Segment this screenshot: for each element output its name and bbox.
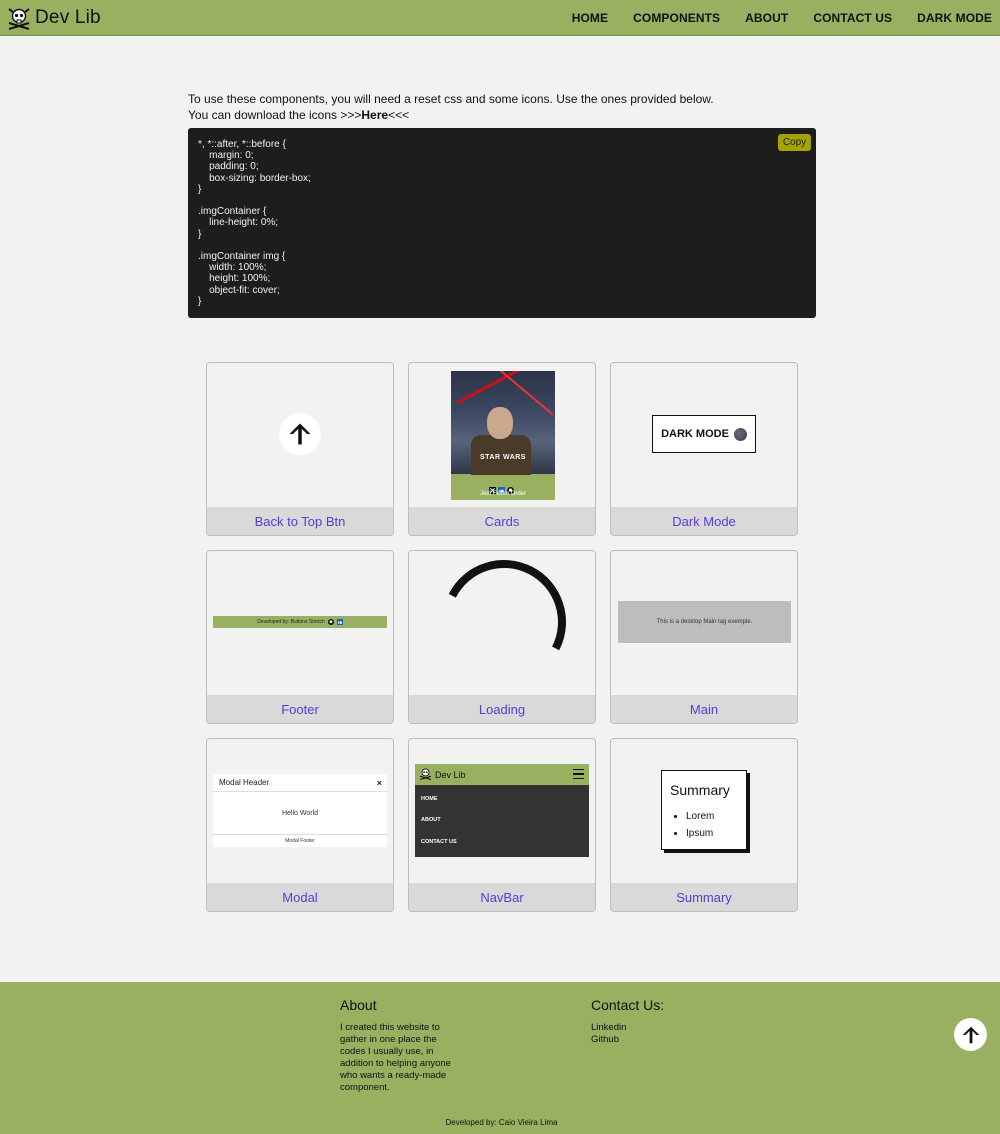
copy-button[interactable]: Copy <box>778 134 811 151</box>
nav-dark-mode[interactable]: DARK MODE <box>917 11 992 25</box>
navbar-demo-item-home: HOME <box>421 796 438 802</box>
nav-components[interactable]: COMPONENTS <box>633 11 720 25</box>
linkedin-icon[interactable] <box>498 481 505 494</box>
logo-text: Dev Lib <box>35 7 101 28</box>
component-card-modal[interactable]: Modal Header × Hello World Modal Footer … <box>206 738 394 912</box>
main-nav: HOME COMPONENTS ABOUT CONTACT US DARK MO… <box>572 0 992 36</box>
back-to-top-preview <box>207 363 393 507</box>
loading-spinner <box>425 551 583 701</box>
card-label-modal[interactable]: Modal <box>207 883 393 911</box>
modal-footer: Modal Footer <box>213 834 387 847</box>
modal-demo: Modal Header × Hello World Modal Footer <box>213 774 387 847</box>
poster-figure-face <box>487 407 513 439</box>
navbar-preview: Dev Lib HOME ABOUT CONTACT US <box>409 739 595 883</box>
footer-demo-bar: Developed by: Buttons Stretch <box>213 616 387 628</box>
dark-mode-preview: DARK MODE <box>611 363 797 507</box>
dark-mode-button-text: DARK MODE <box>661 428 729 440</box>
card-label-navbar[interactable]: NavBar <box>409 883 595 911</box>
moon-icon <box>733 427 747 441</box>
intro-text: To use these components, you will need a… <box>188 91 818 123</box>
card-label-footer[interactable]: Footer <box>207 695 393 723</box>
summary-demo-title: Summary <box>670 782 730 798</box>
navbar-demo-title: Dev Lib <box>435 769 466 780</box>
navbar-demo-item-contact: CONTACT US <box>421 839 457 845</box>
component-card-summary[interactable]: Summary Lorem Ipsum Summary <box>610 738 798 912</box>
back-to-top-button[interactable] <box>954 1018 987 1051</box>
component-card-dark-mode[interactable]: DARK MODE Dark Mode <box>610 362 798 536</box>
nav-about[interactable]: ABOUT <box>745 11 788 25</box>
summary-demo: Summary Lorem Ipsum <box>661 770 747 850</box>
component-card-back-to-top[interactable]: Back to Top Btn <box>206 362 394 536</box>
card-label-back-to-top[interactable]: Back to Top Btn <box>207 507 393 535</box>
intro-line-2-prefix: You can download the icons >>> <box>188 108 362 122</box>
footer-demo-text: Developed by: Buttons Stretch <box>257 619 325 625</box>
linkedin-icon <box>336 619 343 625</box>
footer-contact-title: Contact Us: <box>591 997 665 1013</box>
component-card-footer[interactable]: Developed by: Buttons Stretch Footer <box>206 550 394 724</box>
summary-demo-item: Ipsum <box>686 825 714 842</box>
card-label-summary[interactable]: Summary <box>611 883 797 911</box>
intro-line-1: To use these components, you will need a… <box>188 92 714 106</box>
arrow-up-icon <box>962 1026 979 1043</box>
back-to-top-button-demo <box>279 413 321 455</box>
github-icon[interactable] <box>507 481 514 494</box>
github-icon <box>327 619 334 625</box>
loading-preview <box>409 551 595 701</box>
footer-about-text: I created this website to gather in one … <box>340 1022 451 1093</box>
x-icon[interactable] <box>489 481 496 494</box>
modal-body: Hello World <box>281 809 319 817</box>
intro-line-2: You can download the icons >>>Here<<< <box>188 107 818 123</box>
footer-link-linkedin[interactable]: Linkedin <box>591 1022 626 1033</box>
cards-preview: STAR WARS Jedi Fallen Order <box>409 363 595 507</box>
component-card-main[interactable]: This is a desktop Main tag exemple. Main <box>610 550 798 724</box>
skull-crossbones-icon <box>419 767 432 782</box>
summary-preview: Summary Lorem Ipsum <box>611 739 797 883</box>
modal-header: Modal Header <box>213 774 387 792</box>
reset-css-code-block: *, *::after, *::before { margin: 0; padd… <box>188 128 816 318</box>
logo[interactable]: Dev Lib <box>7 6 101 30</box>
navbar-demo-item-about: ABOUT <box>421 817 441 823</box>
top-header: Dev Lib HOME COMPONENTS ABOUT CONTACT US… <box>0 0 1000 36</box>
navbar-demo: Dev Lib HOME ABOUT CONTACT US <box>415 764 589 857</box>
poster-text: STAR WARS <box>480 454 526 461</box>
card-label-cards[interactable]: Cards <box>409 507 595 535</box>
close-icon: × <box>376 778 382 788</box>
intro-line-2-suffix: <<< <box>388 108 410 122</box>
footer-credit: Developed by: Caio Vieira Lima <box>445 1118 558 1127</box>
nav-contact-us[interactable]: CONTACT US <box>813 11 892 25</box>
main-preview: This is a desktop Main tag exemple. <box>611 551 797 695</box>
skull-crossbones-icon <box>7 6 31 30</box>
navbar-demo-header: Dev Lib <box>415 764 589 785</box>
component-card-loading[interactable]: Loading <box>408 550 596 724</box>
page-footer: About I created this website to gather i… <box>0 982 1000 1134</box>
footer-preview: Developed by: Buttons Stretch <box>207 551 393 695</box>
component-card-navbar[interactable]: Dev Lib HOME ABOUT CONTACT US NavBar <box>408 738 596 912</box>
icons-download-link[interactable]: Here <box>361 108 388 122</box>
card-label-dark-mode[interactable]: Dark Mode <box>611 507 797 535</box>
game-poster-image: STAR WARS Jedi Fallen Order <box>451 371 555 500</box>
footer-about-title: About <box>340 997 377 1013</box>
poster-title: Jedi Fallen Order <box>479 491 527 497</box>
main-tag-demo: This is a desktop Main tag exemple. <box>618 601 791 643</box>
footer-link-github[interactable]: Github <box>591 1034 619 1045</box>
nav-home[interactable]: HOME <box>572 11 608 25</box>
code-text[interactable]: *, *::after, *::before { margin: 0; padd… <box>198 139 311 307</box>
summary-demo-item: Lorem <box>686 808 714 825</box>
arrow-up-icon <box>289 423 311 445</box>
hamburger-icon <box>573 769 584 779</box>
dark-mode-button-demo: DARK MODE <box>652 415 756 453</box>
modal-preview: Modal Header × Hello World Modal Footer <box>207 739 393 883</box>
poster-social-icons <box>489 481 514 494</box>
card-label-main[interactable]: Main <box>611 695 797 723</box>
component-card-cards[interactable]: STAR WARS Jedi Fallen Order Cards <box>408 362 596 536</box>
card-label-loading[interactable]: Loading <box>409 695 595 723</box>
summary-demo-list: Lorem Ipsum <box>686 808 714 842</box>
